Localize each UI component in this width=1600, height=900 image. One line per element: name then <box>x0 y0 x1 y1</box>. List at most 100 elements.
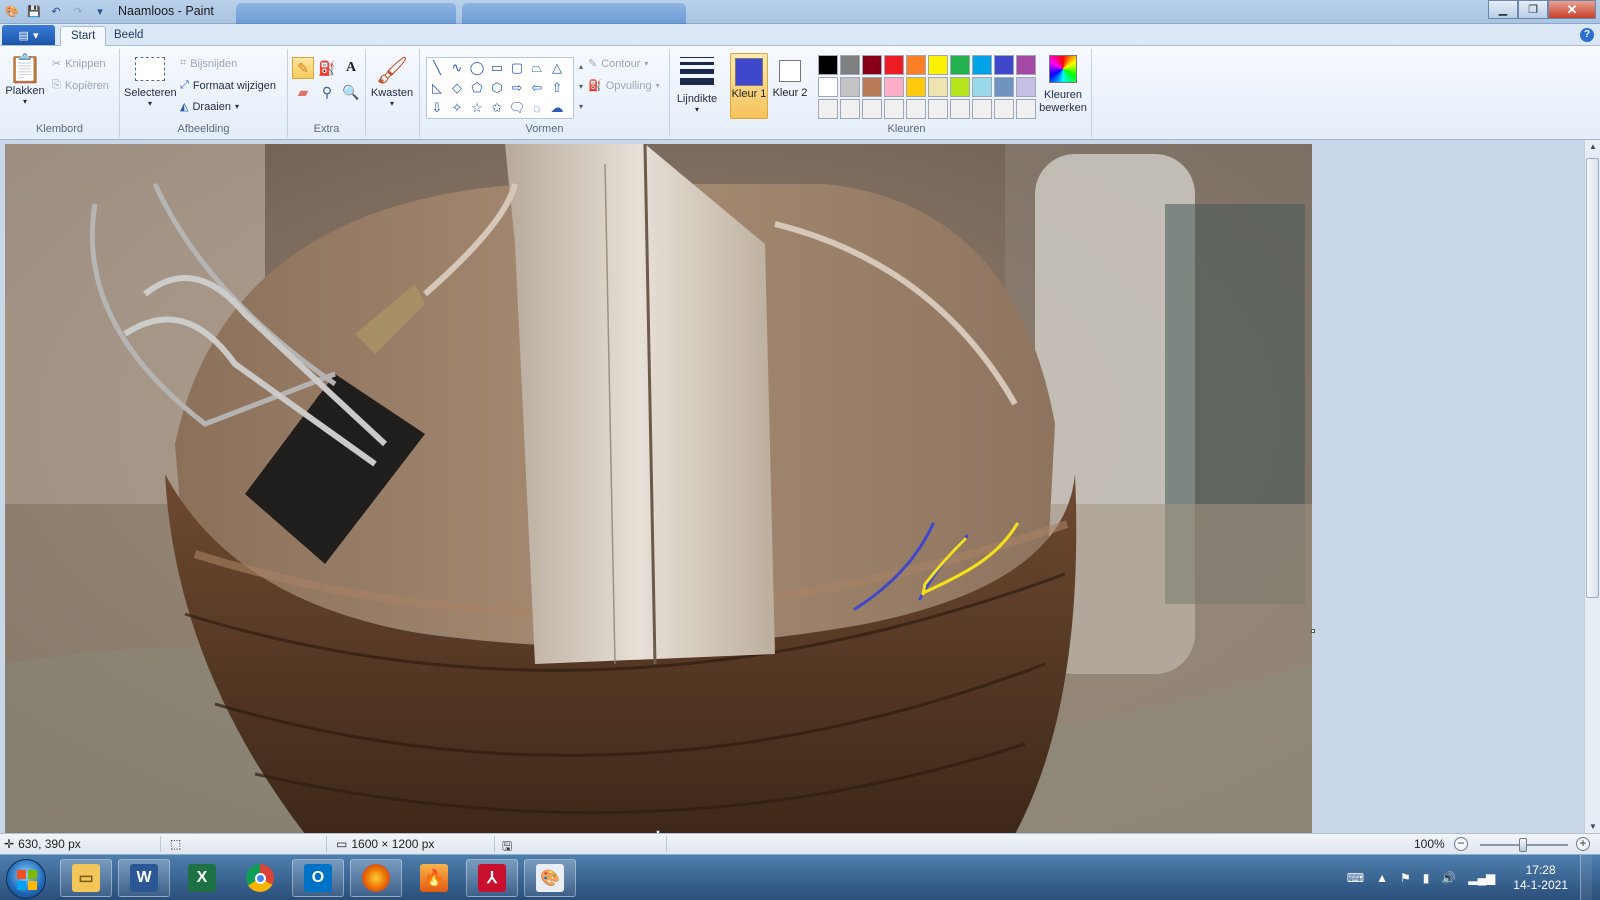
fill-icon[interactable]: ⛽ <box>316 57 338 79</box>
taskbar-acrobat[interactable]: ⅄ <box>466 859 518 897</box>
shape-tool-8[interactable]: ◇ <box>447 78 467 98</box>
taskbar-outlook[interactable]: O <box>292 859 344 897</box>
palette-swatch-24[interactable] <box>906 99 926 119</box>
shape-tool-4[interactable]: ▢ <box>507 58 527 78</box>
customize-qat-icon[interactable]: ▾ <box>92 3 108 19</box>
edit-colors-button[interactable]: Kleuren bewerken <box>1038 53 1088 115</box>
show-hidden-icons-icon[interactable]: ▲ <box>1376 871 1388 885</box>
color1-button[interactable]: Kleur 1 <box>730 53 768 119</box>
brushes-button[interactable]: 🖌 Kwasten ▾ <box>368 53 416 108</box>
palette-swatch-1[interactable] <box>840 55 860 75</box>
shape-tool-7[interactable]: ◺ <box>427 78 447 98</box>
rotate-button[interactable]: ◭ Draaien ▾ <box>180 100 239 114</box>
taskbar-paint[interactable]: 🎨 <box>524 859 576 897</box>
palette-swatch-19[interactable] <box>1016 77 1036 97</box>
scroll-down-icon[interactable]: ▼ <box>1585 822 1600 831</box>
contour-button[interactable]: ✎ Contour ▾ <box>588 57 648 71</box>
taskbar-word[interactable]: W <box>118 859 170 897</box>
shape-tool-9[interactable]: ⬠ <box>467 78 487 98</box>
show-desktop-button[interactable] <box>1580 855 1592 900</box>
palette-swatch-10[interactable] <box>818 77 838 97</box>
shape-tool-1[interactable]: ∿ <box>447 58 467 78</box>
taskbar-explorer[interactable]: ▭ <box>60 859 112 897</box>
palette-swatch-9[interactable] <box>1016 55 1036 75</box>
shape-tool-6[interactable]: △ <box>547 58 567 78</box>
shape-tool-14[interactable]: ⇩ <box>427 98 447 118</box>
palette-swatch-16[interactable] <box>950 77 970 97</box>
save-icon[interactable]: 💾 <box>26 3 42 19</box>
shape-tool-20[interactable]: ☁ <box>547 98 567 118</box>
palette-swatch-20[interactable] <box>818 99 838 119</box>
scroll-up-icon[interactable]: ▲ <box>1585 142 1600 151</box>
shape-tool-16[interactable]: ☆ <box>467 98 487 118</box>
palette-swatch-8[interactable] <box>994 55 1014 75</box>
shape-tool-15[interactable]: ✧ <box>447 98 467 118</box>
palette-swatch-15[interactable] <box>928 77 948 97</box>
cut-button[interactable]: ✂ Knippen <box>52 57 106 71</box>
close-button[interactable]: ✕ <box>1548 0 1596 19</box>
zoom-slider-knob[interactable] <box>1519 838 1527 852</box>
maximize-button[interactable]: ❐ <box>1518 0 1548 19</box>
palette-swatch-26[interactable] <box>950 99 970 119</box>
magnifier-icon[interactable]: 🔍 <box>340 81 362 103</box>
shape-tool-5[interactable]: ⏢ <box>527 58 547 78</box>
power-icon[interactable]: ▮ <box>1423 871 1430 885</box>
color2-button[interactable]: Kleur 2 <box>772 53 808 119</box>
copy-button[interactable]: ⎘ Kopiëren <box>52 79 109 92</box>
shape-tool-11[interactable]: ⇨ <box>507 78 527 98</box>
resize-button[interactable]: ⤢ Formaat wijzigen <box>180 79 276 92</box>
redo-icon[interactable]: ↷ <box>70 3 86 19</box>
keyboard-icon[interactable]: ⌨ <box>1347 871 1364 885</box>
color-picker-icon[interactable]: ⚲ <box>316 81 338 103</box>
shape-tool-12[interactable]: ⇦ <box>527 78 547 98</box>
shape-tool-10[interactable]: ⬡ <box>487 78 507 98</box>
palette-swatch-7[interactable] <box>972 55 992 75</box>
taskbar-chrome[interactable] <box>234 859 286 897</box>
palette-swatch-27[interactable] <box>972 99 992 119</box>
shape-tool-0[interactable]: ╲ <box>427 58 447 78</box>
palette-swatch-28[interactable] <box>994 99 1014 119</box>
select-button[interactable]: Selecteren ▾ <box>124 53 177 108</box>
palette-swatch-0[interactable] <box>818 55 838 75</box>
palette-swatch-13[interactable] <box>884 77 904 97</box>
palette-swatch-14[interactable] <box>906 77 926 97</box>
resize-handle-right[interactable] <box>1311 629 1315 633</box>
paint-app-icon[interactable]: 🎨 <box>4 3 20 19</box>
palette-swatch-29[interactable] <box>1016 99 1036 119</box>
help-icon[interactable]: ? <box>1580 28 1594 42</box>
palette-swatch-12[interactable] <box>862 77 882 97</box>
taskbar-firefox[interactable] <box>350 859 402 897</box>
palette-swatch-25[interactable] <box>928 99 948 119</box>
vertical-scrollbar[interactable]: ▲ ▼ <box>1584 140 1600 833</box>
palette-swatch-23[interactable] <box>884 99 904 119</box>
shape-tool-17[interactable]: ✩ <box>487 98 507 118</box>
zoom-out-button[interactable]: − <box>1454 837 1468 851</box>
minimize-button[interactable]: ▁ <box>1488 0 1518 19</box>
eraser-icon[interactable]: ▰ <box>292 81 314 103</box>
zoom-in-button[interactable]: + <box>1576 837 1590 851</box>
crop-button[interactable]: ⌗ Bijsnijden <box>180 57 237 70</box>
palette-swatch-18[interactable] <box>994 77 1014 97</box>
paste-button[interactable]: 📋 Plakken ▾ <box>4 53 46 106</box>
fill-button[interactable]: ⛽ Opvulling ▾ <box>588 79 660 93</box>
palette-swatch-5[interactable] <box>928 55 948 75</box>
scroll-thumb[interactable] <box>1586 158 1599 598</box>
app-menu-button[interactable]: ▤ ▾ <box>2 25 55 45</box>
shapes-scroll[interactable]: ▴ ▾ ▾ <box>576 57 586 119</box>
clock[interactable]: 17:28 14-1-2021 <box>1513 863 1568 893</box>
palette-swatch-11[interactable] <box>840 77 860 97</box>
palette-swatch-4[interactable] <box>906 55 926 75</box>
tab-start[interactable]: Start <box>60 26 107 46</box>
image-canvas[interactable] <box>5 144 1312 833</box>
palette-swatch-2[interactable] <box>862 55 882 75</box>
taskbar-excel[interactable]: X <box>176 859 228 897</box>
shape-tool-2[interactable]: ◯ <box>467 58 487 78</box>
text-icon[interactable]: A <box>340 57 362 79</box>
action-center-icon[interactable]: ⚑ <box>1400 871 1411 885</box>
canvas-area[interactable] <box>0 140 1584 833</box>
undo-icon[interactable]: ↶ <box>48 3 64 19</box>
shape-tool-3[interactable]: ▭ <box>487 58 507 78</box>
tab-beeld[interactable]: Beeld <box>104 26 153 46</box>
line-width-button[interactable]: Lijndikte ▾ <box>672 53 722 114</box>
network-icon[interactable]: ▂▄▆ <box>1468 871 1495 885</box>
